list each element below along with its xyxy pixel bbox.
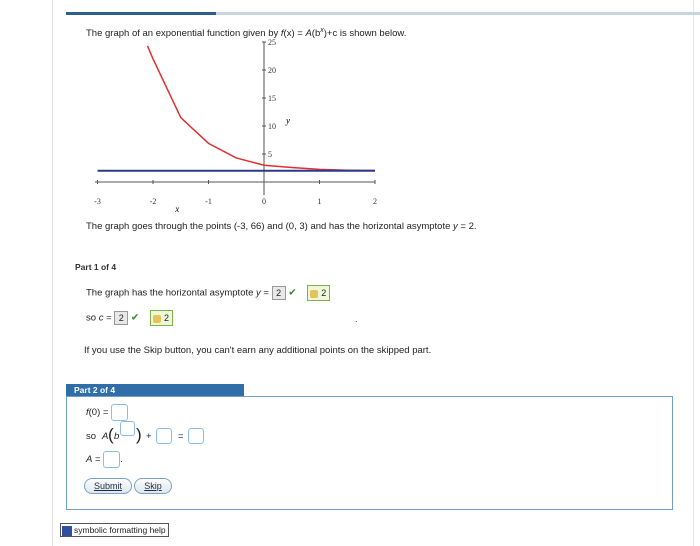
answer-key-1[interactable]: 2 <box>307 285 331 301</box>
equals-sign: = <box>178 431 184 442</box>
answer-key-2-value: 2 <box>163 313 169 323</box>
help-icon <box>62 525 72 536</box>
through-text: The graph goes through the points (-3, 6… <box>86 221 454 232</box>
answer-c: 2 <box>114 311 129 325</box>
y-axis-label: y <box>285 115 290 125</box>
key-icon <box>152 314 161 323</box>
y-tick-label: 20 <box>268 66 276 75</box>
symbolic-help-label: symbolic formatting help <box>74 525 166 535</box>
part1-header: Part 1 of 4 <box>75 262 117 272</box>
x-tick-label: -2 <box>150 197 157 206</box>
plus-sign: + <box>146 431 152 442</box>
so-label: so <box>86 431 97 442</box>
skip-note: If you use the Skip button, you can't ea… <box>84 345 432 356</box>
y-tick-label: 5 <box>268 150 272 159</box>
check-icon: ✔ <box>288 287 297 299</box>
answer-key-2[interactable]: 2 <box>149 310 173 326</box>
part1-line2-eq: = <box>103 312 115 324</box>
key-icon <box>310 289 319 298</box>
part2-header: Part 2 of 4 <box>66 384 244 396</box>
part1-line1-eq: = <box>260 287 272 299</box>
A-input[interactable] <box>103 451 121 468</box>
x-tick-label: 0 <box>262 197 266 206</box>
through-eq: = 2. <box>457 221 477 232</box>
x-tick-label: -1 <box>205 197 212 206</box>
part1-line2: so c = 2 ✔ 2 <box>86 310 173 326</box>
given-info: The graph goes through the points (-3, 6… <box>86 221 477 232</box>
x-tick-label: 1 <box>318 197 322 206</box>
x-tick-label: 2 <box>373 197 377 206</box>
skip-button[interactable]: Skip <box>134 478 172 494</box>
eq-b: b <box>114 431 120 442</box>
y-tick-label: 25 <box>268 38 276 47</box>
f0-input[interactable] <box>111 404 129 421</box>
equation-row: so A ( b ) + = <box>86 421 226 445</box>
part1-line1-text: The graph has the horizontal asymptote <box>86 287 257 299</box>
A-period: . <box>120 454 123 466</box>
open-paren: ( <box>108 425 114 444</box>
y-tick-label: 15 <box>268 94 276 103</box>
part1-line1: The graph has the horizontal asymptote y… <box>86 285 331 301</box>
answer-asymptote: 2 <box>271 286 286 300</box>
c-input[interactable] <box>156 428 172 444</box>
submit-button[interactable]: Submit <box>84 478 132 494</box>
answer-key-1-value: 2 <box>321 288 327 298</box>
f0-row: f(0) = <box>86 404 129 421</box>
close-paren: ) <box>136 425 142 444</box>
f0-rest: (0) = <box>88 407 112 419</box>
exponent-input[interactable] <box>120 421 135 436</box>
x-tick-label: -3 <box>94 197 101 206</box>
A-eq: = <box>92 454 104 466</box>
part1-line2-text: so <box>86 312 99 324</box>
y-tick-label: 10 <box>268 122 276 131</box>
symbolic-help-button[interactable]: symbolic formatting help <box>60 523 169 537</box>
function-curve <box>146 45 376 172</box>
check-icon: ✔ <box>130 312 140 324</box>
result-input[interactable] <box>188 428 204 444</box>
A-row: A = . <box>86 451 123 468</box>
graph: -3 -2 -1 0 1 2510152025 x y <box>94 38 377 214</box>
part1-dot: . <box>355 314 358 324</box>
x-axis-label: x <box>174 204 179 214</box>
